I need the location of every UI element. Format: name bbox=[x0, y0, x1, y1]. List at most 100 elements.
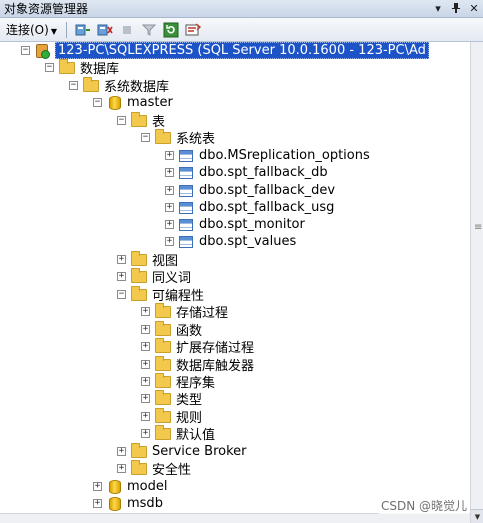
expand-icon[interactable]: + bbox=[141, 394, 150, 403]
connect-button[interactable]: 连接(O) ▼ bbox=[4, 21, 59, 38]
pin-icon[interactable] bbox=[447, 2, 465, 16]
tree-node-synonyms[interactable]: + 同义词 bbox=[117, 267, 191, 286]
tree-node-label: 扩展存储过程 bbox=[176, 341, 255, 356]
vertical-scrollbar[interactable]: ≡ ▼ bbox=[470, 42, 483, 523]
expand-icon[interactable]: + bbox=[165, 237, 174, 246]
tree-node-table[interactable]: + dbo.spt_values bbox=[165, 233, 296, 250]
connect-icon[interactable] bbox=[74, 22, 92, 38]
expand-icon[interactable]: + bbox=[117, 255, 126, 264]
expand-icon[interactable]: + bbox=[165, 186, 174, 195]
expand-icon[interactable]: + bbox=[141, 412, 150, 421]
close-icon[interactable]: ✕ bbox=[465, 2, 483, 15]
folder-icon bbox=[155, 389, 171, 405]
toolbar-separator bbox=[65, 21, 67, 38]
tree-node-table[interactable]: + dbo.spt_fallback_dev bbox=[165, 182, 335, 199]
tree-node-extended-procedures[interactable]: + 扩展存储过程 bbox=[141, 337, 255, 356]
tree-node-databases[interactable]: − 数据库 bbox=[45, 58, 120, 77]
expand-icon[interactable]: + bbox=[141, 429, 150, 438]
folder-icon bbox=[155, 320, 171, 336]
expand-icon[interactable]: + bbox=[117, 272, 126, 281]
tree-node-tables[interactable]: − 表 bbox=[117, 111, 166, 130]
tree-node-label: dbo.spt_fallback_db bbox=[199, 165, 328, 180]
tree-node-table[interactable]: + dbo.spt_fallback_db bbox=[165, 164, 328, 181]
table-icon bbox=[179, 218, 193, 231]
folder-icon bbox=[131, 111, 147, 127]
expand-icon[interactable]: + bbox=[93, 482, 102, 491]
tree-node-database-triggers[interactable]: + 数据库触发器 bbox=[141, 355, 254, 374]
tree-node-defaults[interactable]: + 默认值 bbox=[141, 424, 216, 443]
expand-icon[interactable]: + bbox=[165, 151, 174, 160]
collapse-icon[interactable]: − bbox=[93, 98, 102, 107]
tree-node-msdb[interactable]: + msdb bbox=[93, 495, 163, 512]
folder-icon bbox=[155, 372, 171, 388]
tree-node-system-tables[interactable]: − 系统表 bbox=[141, 128, 216, 147]
table-icon bbox=[179, 166, 193, 179]
refresh-icon[interactable] bbox=[162, 22, 180, 38]
panel-titlebar: 对象资源管理器 ▾ ✕ bbox=[0, 0, 483, 18]
tree-node-table[interactable]: + dbo.spt_fallback_usg bbox=[165, 199, 334, 216]
tree-node-types[interactable]: + 类型 bbox=[141, 389, 203, 408]
folder-icon bbox=[155, 355, 171, 371]
filter-icon[interactable] bbox=[140, 22, 158, 38]
expand-icon[interactable]: + bbox=[141, 360, 150, 369]
table-icon bbox=[179, 184, 193, 197]
stop-icon[interactable] bbox=[118, 22, 136, 38]
database-icon bbox=[109, 496, 121, 511]
folder-icon bbox=[131, 459, 147, 475]
disconnect-icon[interactable] bbox=[96, 22, 114, 38]
tree-node-views[interactable]: + 视图 bbox=[117, 250, 178, 269]
scroll-down-icon[interactable]: ▼ bbox=[471, 509, 483, 523]
expand-icon[interactable]: + bbox=[117, 464, 126, 473]
collapse-icon[interactable]: − bbox=[117, 290, 126, 299]
collapse-icon[interactable]: − bbox=[117, 116, 126, 125]
tree-node-table[interactable]: + dbo.spt_monitor bbox=[165, 216, 305, 233]
database-icon bbox=[109, 479, 121, 494]
chevron-down-icon: ▼ bbox=[50, 27, 57, 36]
folder-icon bbox=[59, 58, 75, 74]
tree-node-service-broker[interactable]: + Service Broker bbox=[117, 442, 247, 460]
tree-node-label: 类型 bbox=[176, 393, 203, 408]
folder-icon bbox=[155, 407, 171, 423]
expand-icon[interactable]: + bbox=[141, 307, 150, 316]
collapse-icon[interactable]: − bbox=[45, 63, 54, 72]
connect-label: 连接(O) bbox=[6, 23, 49, 37]
tree-node-stored-procedures[interactable]: + 存储过程 bbox=[141, 302, 228, 321]
tree-node-programmability[interactable]: − 可编程性 bbox=[117, 285, 204, 304]
tree-node-master[interactable]: − master bbox=[93, 94, 173, 111]
tree-node-security[interactable]: + 安全性 bbox=[117, 459, 192, 478]
expand-icon[interactable]: + bbox=[141, 342, 150, 351]
tree-node-label: msdb bbox=[127, 496, 163, 511]
tree-node-label: 安全性 bbox=[152, 463, 192, 478]
expand-icon[interactable]: + bbox=[117, 447, 126, 456]
tree-node-label: 表 bbox=[152, 115, 166, 130]
tree-node-rules[interactable]: + 规则 bbox=[141, 407, 202, 426]
tree-node-assemblies[interactable]: + 程序集 bbox=[141, 372, 215, 391]
tree-node-system-databases[interactable]: − 系统数据库 bbox=[69, 76, 169, 95]
tree-node-label: dbo.spt_fallback_dev bbox=[199, 183, 336, 198]
expand-icon[interactable]: + bbox=[93, 499, 102, 508]
summary-icon[interactable] bbox=[184, 22, 202, 38]
table-icon bbox=[179, 235, 193, 248]
tree-node-label: 数据库 bbox=[80, 62, 120, 77]
dropdown-icon[interactable]: ▾ bbox=[429, 2, 447, 15]
tree-node-table[interactable]: + dbo.MSreplication_options bbox=[165, 147, 370, 164]
expand-icon[interactable]: + bbox=[165, 203, 174, 212]
folder-icon bbox=[131, 267, 147, 283]
folder-icon bbox=[155, 302, 171, 318]
folder-icon bbox=[83, 76, 99, 92]
scroll-grip-icon: ≡ bbox=[474, 222, 483, 233]
collapse-icon[interactable]: − bbox=[21, 46, 30, 55]
tree-node-label: dbo.spt_monitor bbox=[199, 217, 305, 232]
collapse-icon[interactable]: − bbox=[69, 81, 78, 90]
tree-node-functions[interactable]: + 函数 bbox=[141, 320, 202, 339]
expand-icon[interactable]: + bbox=[141, 325, 150, 334]
expand-icon[interactable]: + bbox=[165, 220, 174, 229]
tree-node-model[interactable]: + model bbox=[93, 478, 167, 495]
horizontal-scrollbar[interactable] bbox=[0, 513, 470, 523]
expand-icon[interactable]: + bbox=[141, 377, 150, 386]
collapse-icon[interactable]: − bbox=[141, 133, 150, 142]
expand-icon[interactable]: + bbox=[165, 168, 174, 177]
tree-node-label: 系统表 bbox=[176, 132, 216, 147]
tree-node-label: 默认值 bbox=[176, 428, 216, 443]
tree-node-server[interactable]: − 123-PC\SQLEXPRESS (SQL Server 10.0.160… bbox=[21, 42, 429, 59]
